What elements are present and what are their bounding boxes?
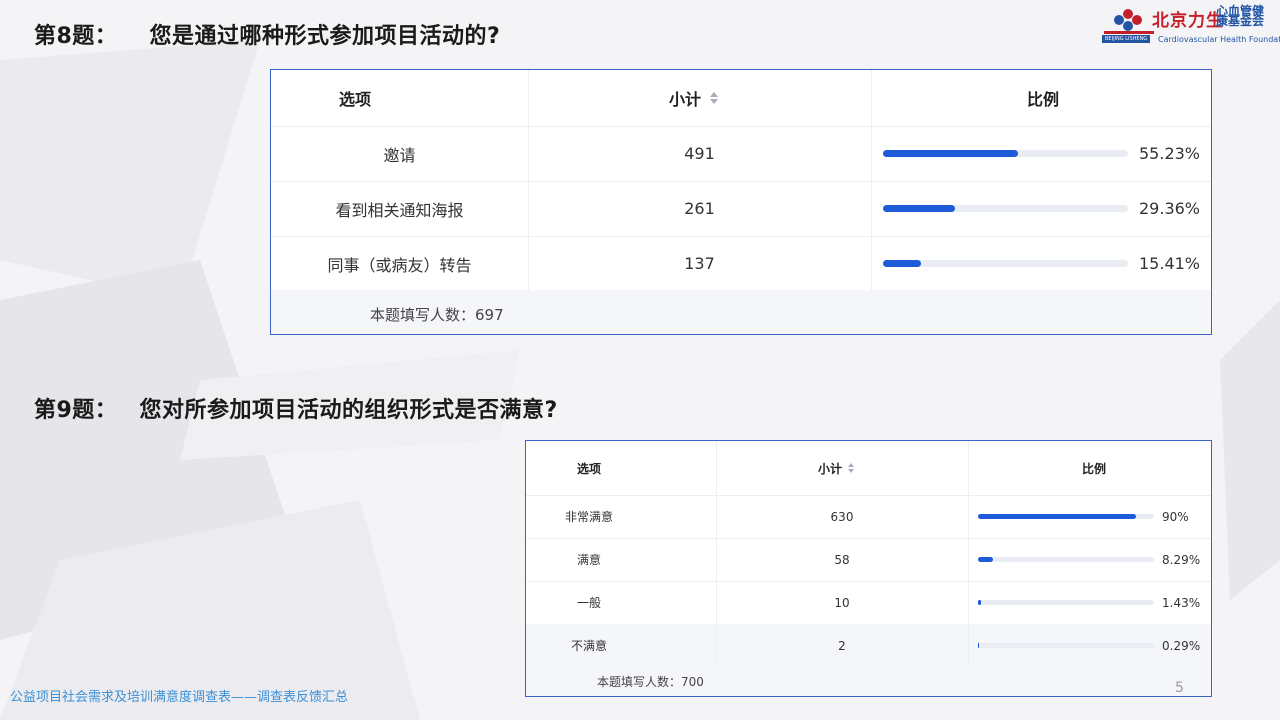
option-cell: 同事（或病友）转告 bbox=[327, 255, 472, 275]
q8-title: 第8题： 您是通过哪种形式参加项目活动的? bbox=[34, 18, 500, 50]
ratio-bar-fill bbox=[978, 600, 981, 605]
ratio-bar-fill bbox=[883, 205, 955, 212]
col-count-header[interactable]: 小计 bbox=[669, 70, 719, 126]
q9-table: 选项 小计 比例 非常满意 630 90% 满意 58 8.29% 一般 10 1.43% 不满意… bbox=[525, 440, 1212, 697]
ratio-bar-fill bbox=[883, 150, 1019, 157]
table-row: 满意 58 8.29% bbox=[526, 538, 1211, 582]
ratio-value: 55.23% bbox=[1139, 144, 1201, 163]
page-number: 5 bbox=[1175, 680, 1184, 696]
q8-total: 本题填写人数：697 bbox=[370, 306, 504, 324]
table-header-row: 选项 小计 比例 bbox=[526, 441, 1211, 496]
foundation-logo: BEIJING LISHENG 北京力生 心血管健康基金会 Cardiovasc… bbox=[1100, 4, 1280, 48]
table-footer: 本题填写人数：697 bbox=[271, 290, 1211, 334]
option-cell: 非常满意 bbox=[564, 510, 613, 524]
ratio-value: 90% bbox=[1162, 509, 1189, 524]
col-ratio-header: 比例 bbox=[1082, 461, 1107, 476]
q9-question: 您对所参加项目活动的组织形式是否满意? bbox=[139, 398, 558, 423]
col-count-label: 小计 bbox=[818, 461, 843, 476]
logo-english-name: Cardiovascular Health Foundation bbox=[1158, 35, 1280, 44]
logo-chinese-name: 北京力生 bbox=[1152, 11, 1224, 31]
ratio-bar-fill bbox=[978, 557, 993, 562]
ratio-value: 29.36% bbox=[1139, 199, 1201, 218]
ratio-bar-track bbox=[978, 600, 1154, 605]
ratio-bar-track bbox=[978, 557, 1154, 562]
footer-caption: 公益项目社会需求及培训满意度调查表——调查表反馈汇总 bbox=[10, 690, 349, 705]
ratio-bar-track bbox=[978, 643, 1154, 648]
divider bbox=[716, 441, 717, 665]
col-ratio-header: 比例 bbox=[1027, 90, 1060, 109]
option-cell: 满意 bbox=[576, 553, 601, 567]
table-row: 看到相关通知海报 261 29.36% bbox=[271, 181, 1211, 237]
count-cell: 58 bbox=[834, 552, 850, 567]
table-header-row: 选项 小计 比例 bbox=[271, 70, 1211, 127]
count-cell: 491 bbox=[684, 144, 715, 163]
ratio-bar-fill bbox=[883, 260, 921, 267]
ratio-bar-fill bbox=[978, 514, 1137, 519]
logo-tag: BEIJING LISHENG bbox=[1102, 35, 1151, 43]
col-option-header: 选项 bbox=[339, 90, 372, 109]
sort-icon[interactable] bbox=[847, 462, 855, 474]
q9-number: 第9题： bbox=[34, 398, 118, 423]
ratio-bar-track bbox=[883, 260, 1128, 267]
option-cell: 邀请 bbox=[383, 145, 416, 165]
count-cell: 10 bbox=[834, 595, 850, 610]
ratio-bar-track bbox=[883, 150, 1128, 157]
table-row: 非常满意 630 90% bbox=[526, 495, 1211, 539]
count-cell: 261 bbox=[684, 199, 715, 218]
count-cell: 630 bbox=[830, 509, 854, 524]
option-cell: 看到相关通知海报 bbox=[335, 200, 464, 220]
count-cell: 137 bbox=[684, 254, 715, 273]
sort-icon[interactable] bbox=[709, 90, 719, 106]
q8-table: 选项 小计 比例 邀请 491 55.23% 看到相关通知海报 261 29.36% 同事（… bbox=[270, 69, 1212, 335]
ratio-value: 0.29% bbox=[1162, 638, 1201, 653]
divider bbox=[528, 70, 529, 291]
col-count-header[interactable]: 小计 bbox=[818, 441, 855, 495]
table-row: 邀请 491 55.23% bbox=[271, 126, 1211, 182]
table-footer: 本题填写人数：700 bbox=[526, 664, 1211, 696]
col-count-label: 小计 bbox=[669, 90, 702, 109]
logo-chinese-subname: 心血管健康基金会 bbox=[1216, 4, 1265, 28]
count-cell: 2 bbox=[838, 638, 846, 653]
q9-total: 本题填写人数：700 bbox=[597, 675, 704, 689]
logo-emblem-icon bbox=[1104, 9, 1154, 34]
divider bbox=[968, 441, 969, 665]
ratio-bar-track bbox=[978, 514, 1154, 519]
q9-title: 第9题： 您对所参加项目活动的组织形式是否满意? bbox=[34, 392, 558, 424]
ratio-value: 1.43% bbox=[1162, 595, 1201, 610]
table-row: 一般 10 1.43% bbox=[526, 581, 1211, 625]
option-cell: 一般 bbox=[576, 596, 601, 610]
ratio-bar-track bbox=[883, 205, 1128, 212]
table-row: 同事（或病友）转告 137 15.41% bbox=[271, 236, 1211, 292]
ratio-bar-fill bbox=[978, 643, 979, 648]
table-row: 不满意 2 0.29% bbox=[526, 624, 1211, 668]
q8-number: 第8题： bbox=[34, 24, 118, 49]
option-cell: 不满意 bbox=[570, 639, 607, 653]
ratio-value: 15.41% bbox=[1139, 254, 1201, 273]
divider bbox=[871, 70, 872, 291]
q8-question: 您是通过哪种形式参加项目活动的? bbox=[149, 24, 501, 49]
col-option-header: 选项 bbox=[577, 461, 602, 476]
ratio-value: 8.29% bbox=[1162, 552, 1201, 567]
